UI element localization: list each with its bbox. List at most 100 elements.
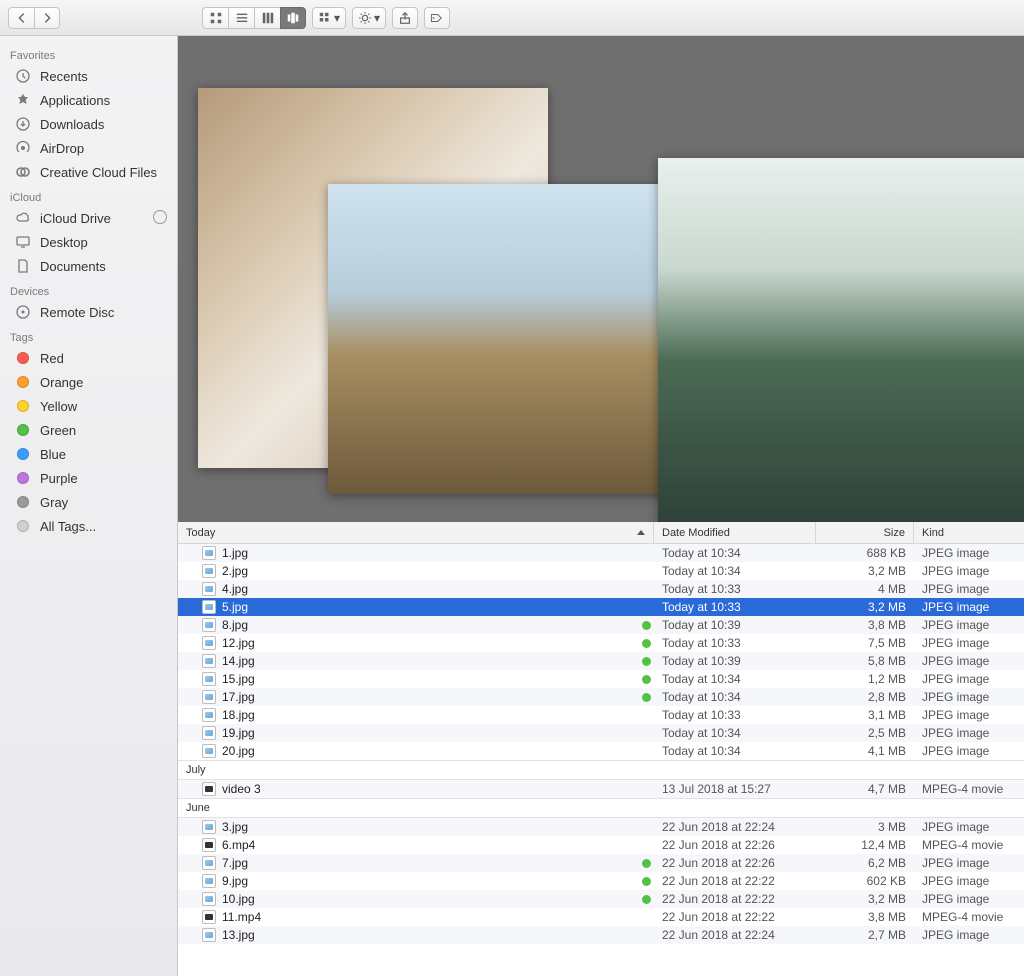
forward-button[interactable] — [34, 7, 60, 29]
file-row[interactable]: 17.jpgToday at 10:342,8 MBJPEG image — [178, 688, 1024, 706]
file-kind: JPEG image — [914, 708, 1024, 722]
sidebar-item[interactable]: Documents — [0, 254, 177, 278]
file-row[interactable]: 10.jpg22 Jun 2018 at 22:223,2 MBJPEG ima… — [178, 890, 1024, 908]
row-tag-indicator — [638, 621, 654, 630]
file-row[interactable]: video 313 Jul 2018 at 15:274,7 MBMPEG-4 … — [178, 780, 1024, 798]
sidebar-item[interactable]: All Tags... — [0, 514, 177, 538]
file-name: video 3 — [222, 782, 261, 796]
file-name: 8.jpg — [222, 618, 248, 632]
file-name: 2.jpg — [222, 564, 248, 578]
sidebar-item[interactable]: Purple — [0, 466, 177, 490]
column-kind[interactable]: Kind — [914, 522, 1024, 543]
cc-icon — [14, 163, 32, 181]
tags-button[interactable] — [424, 7, 450, 29]
file-size: 2,5 MB — [816, 726, 914, 740]
sidebar-item[interactable]: Applications — [0, 88, 177, 112]
sidebar-item-label: Remote Disc — [40, 305, 114, 320]
icon-view-button[interactable] — [202, 7, 228, 29]
sidebar-item[interactable]: Blue — [0, 442, 177, 466]
tag-icon — [14, 373, 32, 391]
file-row[interactable]: 13.jpg22 Jun 2018 at 22:242,7 MBJPEG ima… — [178, 926, 1024, 944]
file-row[interactable]: 14.jpgToday at 10:395,8 MBJPEG image — [178, 652, 1024, 670]
file-size: 3,8 MB — [816, 910, 914, 924]
tag-icon — [14, 445, 32, 463]
file-row[interactable]: 5.jpgToday at 10:333,2 MBJPEG image — [178, 598, 1024, 616]
image-file-icon — [202, 618, 216, 632]
column-headers: Today Date Modified Size Kind — [178, 522, 1024, 544]
sidebar-section-title: Favorites — [0, 46, 177, 64]
file-row[interactable]: 20.jpgToday at 10:344,1 MBJPEG image — [178, 742, 1024, 760]
group-header[interactable]: June — [178, 798, 1024, 818]
list-view-button[interactable] — [228, 7, 254, 29]
column-name[interactable]: Today — [178, 522, 654, 543]
preview-thumb-3[interactable]: 5.jpg — [658, 158, 1024, 522]
group-header[interactable]: July — [178, 760, 1024, 780]
file-name: 6.mp4 — [222, 838, 255, 852]
share-button[interactable] — [392, 7, 418, 29]
image-file-icon — [202, 874, 216, 888]
sidebar-item[interactable]: Red — [0, 346, 177, 370]
file-row[interactable]: 11.mp422 Jun 2018 at 22:223,8 MBMPEG-4 m… — [178, 908, 1024, 926]
file-row[interactable]: 4.jpgToday at 10:334 MBJPEG image — [178, 580, 1024, 598]
file-size: 7,5 MB — [816, 636, 914, 650]
sidebar-item[interactable]: Remote Disc — [0, 300, 177, 324]
file-size: 602 KB — [816, 874, 914, 888]
sidebar-item-label: Creative Cloud Files — [40, 165, 157, 180]
file-row[interactable]: 3.jpg22 Jun 2018 at 22:243 MBJPEG image — [178, 818, 1024, 836]
tag-icon — [14, 421, 32, 439]
action-gear-button[interactable]: ▾ — [352, 7, 386, 29]
file-row[interactable]: 19.jpgToday at 10:342,5 MBJPEG image — [178, 724, 1024, 742]
column-view-button[interactable] — [254, 7, 280, 29]
sidebar-item-label: Orange — [40, 375, 83, 390]
file-list[interactable]: 1.jpgToday at 10:34688 KBJPEG image2.jpg… — [178, 544, 1024, 976]
file-row[interactable]: 1.jpgToday at 10:34688 KBJPEG image — [178, 544, 1024, 562]
file-row[interactable]: 2.jpgToday at 10:343,2 MBJPEG image — [178, 562, 1024, 580]
file-date: 22 Jun 2018 at 22:24 — [654, 928, 816, 942]
sidebar-item[interactable]: Orange — [0, 370, 177, 394]
disc-icon — [14, 303, 32, 321]
file-row[interactable]: 6.mp422 Jun 2018 at 22:2612,4 MBMPEG-4 m… — [178, 836, 1024, 854]
back-button[interactable] — [8, 7, 34, 29]
clock-icon — [14, 67, 32, 85]
file-size: 3,2 MB — [816, 600, 914, 614]
arrange-button[interactable]: ▾ — [312, 7, 346, 29]
coverflow-preview[interactable]: 5.jpg — [178, 36, 1024, 522]
sidebar-item[interactable]: Green — [0, 418, 177, 442]
column-date[interactable]: Date Modified — [654, 522, 816, 543]
file-row[interactable]: 7.jpg22 Jun 2018 at 22:266,2 MBJPEG imag… — [178, 854, 1024, 872]
file-kind: JPEG image — [914, 892, 1024, 906]
sidebar-item[interactable]: Desktop — [0, 230, 177, 254]
file-name: 11.mp4 — [222, 910, 261, 924]
sidebar-item[interactable]: Gray — [0, 490, 177, 514]
movie-file-icon — [202, 838, 216, 852]
file-row[interactable]: 9.jpg22 Jun 2018 at 22:22602 KBJPEG imag… — [178, 872, 1024, 890]
sidebar-item-label: iCloud Drive — [40, 211, 111, 226]
sidebar-item-label: All Tags... — [40, 519, 96, 534]
sidebar-item[interactable]: Yellow — [0, 394, 177, 418]
column-size[interactable]: Size — [816, 522, 914, 543]
file-size: 3,1 MB — [816, 708, 914, 722]
desktop-icon — [14, 233, 32, 251]
file-size: 4,1 MB — [816, 744, 914, 758]
sidebar-item-label: Documents — [40, 259, 106, 274]
file-date: Today at 10:34 — [654, 726, 816, 740]
sidebar-item[interactable]: Recents — [0, 64, 177, 88]
file-size: 4 MB — [816, 582, 914, 596]
tag-icon — [14, 397, 32, 415]
file-size: 5,8 MB — [816, 654, 914, 668]
sidebar-item[interactable]: Creative Cloud Files — [0, 160, 177, 184]
sidebar-item[interactable]: AirDrop — [0, 136, 177, 160]
file-row[interactable]: 18.jpgToday at 10:333,1 MBJPEG image — [178, 706, 1024, 724]
file-row[interactable]: 15.jpgToday at 10:341,2 MBJPEG image — [178, 670, 1024, 688]
row-tag-indicator — [638, 657, 654, 666]
sidebar-item[interactable]: iCloud Drive — [0, 206, 177, 230]
file-size: 4,7 MB — [816, 782, 914, 796]
file-row[interactable]: 8.jpgToday at 10:393,8 MBJPEG image — [178, 616, 1024, 634]
file-row[interactable]: 12.jpgToday at 10:337,5 MBJPEG image — [178, 634, 1024, 652]
sidebar-item[interactable]: Downloads — [0, 112, 177, 136]
file-kind: JPEG image — [914, 654, 1024, 668]
coverflow-view-button[interactable] — [280, 7, 306, 29]
image-file-icon — [202, 744, 216, 758]
nav-group — [8, 7, 60, 29]
file-size: 3,2 MB — [816, 564, 914, 578]
